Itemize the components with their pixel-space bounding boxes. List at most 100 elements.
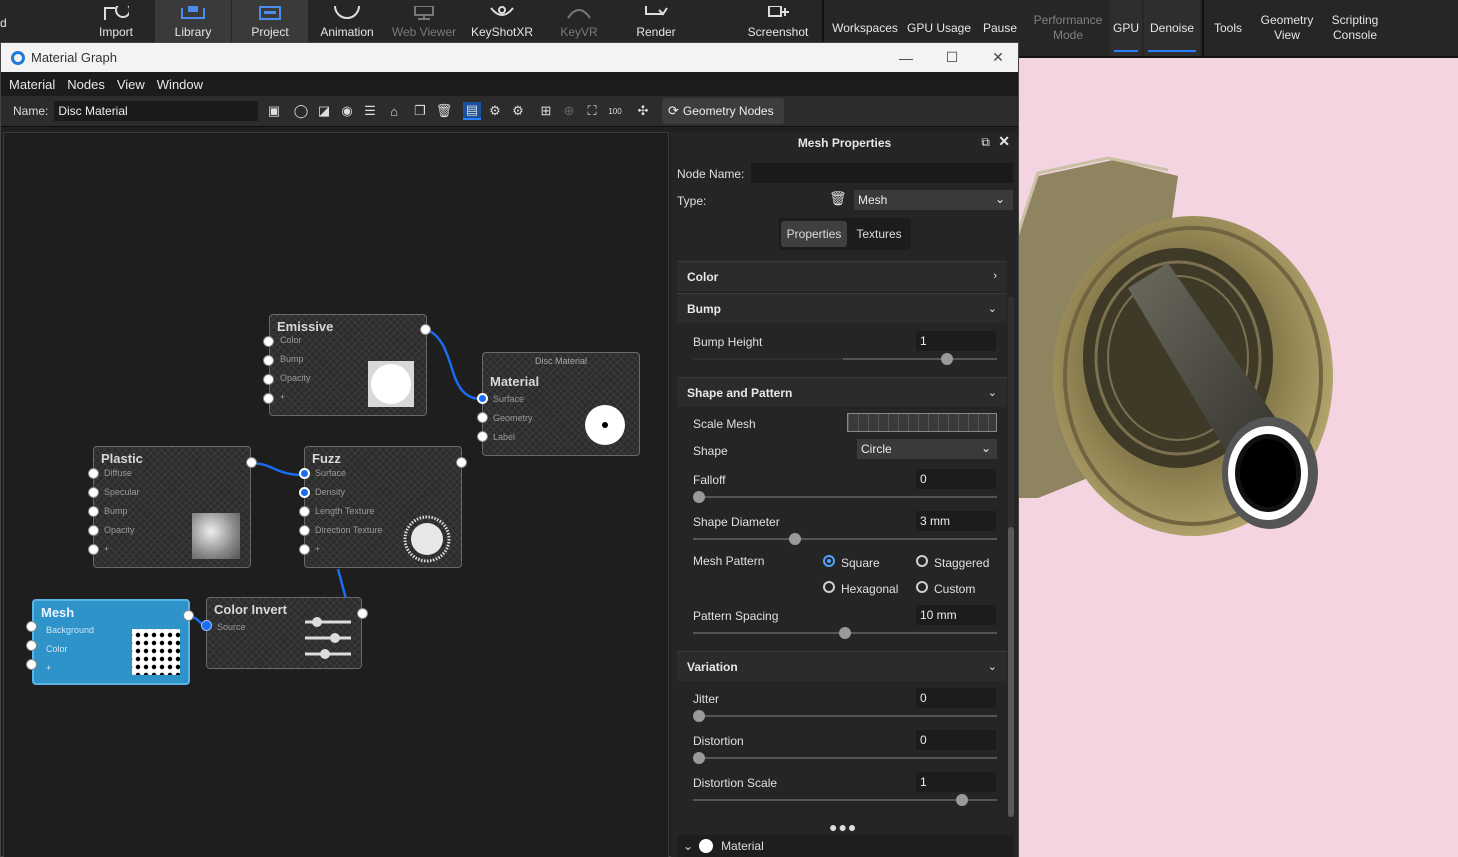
menu-nodes[interactable]: Nodes — [67, 77, 105, 92]
toolbar-import-button[interactable]: Import — [80, 0, 152, 44]
shape-diameter-slider-knob[interactable] — [789, 533, 802, 545]
plastic-in-specular[interactable] — [88, 487, 99, 498]
distortion-slider-knob[interactable] — [693, 752, 705, 764]
disc-in-geometry[interactable] — [477, 412, 488, 423]
mesh-pattern-staggered-radio[interactable] — [916, 555, 928, 567]
node-graph-canvas[interactable]: Emissive Color Bump Opacity + Disc Mater… — [3, 132, 669, 857]
fuzz-in-density[interactable] — [299, 487, 310, 498]
material-name-input[interactable]: Disc Material — [54, 101, 259, 121]
panel-close-icon[interactable]: ✕ — [998, 133, 1010, 150]
undock-icon[interactable]: ⧉ — [981, 135, 990, 150]
toolbar-animation-button[interactable]: Animation — [310, 0, 384, 44]
toolbar-project-button[interactable]: Project — [232, 0, 308, 44]
jitter-slider[interactable] — [693, 710, 997, 722]
disc-in-label[interactable] — [477, 431, 488, 442]
distortion-scale-slider-knob[interactable] — [955, 794, 968, 806]
bump-height-slider[interactable] — [693, 353, 997, 365]
plastic-in-diffuse[interactable] — [88, 468, 99, 479]
mesh-pattern-square-radio[interactable] — [823, 555, 835, 567]
shape-dropdown[interactable]: Circle ⌄ — [857, 439, 997, 459]
toolbar-keyshotxr-button[interactable]: KeyShotXR — [464, 0, 540, 44]
toolbar-gpu-button[interactable]: GPU — [1110, 0, 1142, 56]
minimize-icon[interactable]: — — [883, 43, 929, 72]
save-icon[interactable]: ▣ — [265, 102, 283, 120]
material-footer-row[interactable]: ⌄ Material — [677, 835, 1013, 857]
color-invert-in-source[interactable] — [201, 620, 212, 631]
jitter-input[interactable]: 0 — [916, 688, 996, 708]
disc-in-surface[interactable] — [477, 393, 488, 404]
menu-material[interactable]: Material — [9, 77, 55, 92]
node-settings-icon[interactable]: ⚙ — [509, 102, 527, 120]
menu-window[interactable]: Window — [157, 77, 203, 92]
lock-icon[interactable]: ⌂ — [385, 102, 403, 120]
fuzz-in-length-texture[interactable] — [299, 506, 310, 517]
mesh-in-background[interactable] — [26, 621, 37, 632]
emissive-in-bump[interactable] — [263, 355, 274, 366]
node-group-icon[interactable]: ⚙ — [486, 102, 504, 120]
section-variation[interactable]: Variation ⌄ — [677, 651, 1007, 681]
plastic-in-opacity[interactable] — [88, 525, 99, 536]
node-name-input[interactable] — [751, 163, 1013, 183]
center-icon[interactable]: ⊕ — [560, 102, 578, 120]
plastic-in-bump[interactable] — [88, 506, 99, 517]
shape-diameter-input[interactable]: 3 mm — [916, 511, 996, 531]
fuzz-in-direction-texture[interactable] — [299, 525, 310, 536]
toolbar-denoise-button[interactable]: Denoise — [1144, 0, 1200, 56]
falloff-slider[interactable] — [693, 491, 997, 503]
distortion-input[interactable]: 0 — [916, 730, 996, 750]
fuzz-output[interactable] — [456, 457, 467, 468]
shape-diameter-slider[interactable] — [693, 533, 997, 545]
cube-preview-icon[interactable]: ◪ — [315, 102, 333, 120]
falloff-slider-knob[interactable] — [693, 491, 705, 503]
toolbar-tools-button[interactable]: Tools — [1206, 0, 1250, 56]
pattern-spacing-slider-knob[interactable] — [839, 627, 851, 639]
fuzz-in-add[interactable] — [299, 544, 310, 555]
pin-icon[interactable]: ✣ — [634, 102, 652, 120]
plastic-output[interactable] — [246, 457, 257, 468]
sphere-preview-icon[interactable]: ◯ — [292, 102, 310, 120]
mesh-output[interactable] — [183, 610, 194, 621]
properties-scrollbar[interactable] — [1008, 297, 1014, 817]
jitter-slider-knob[interactable] — [693, 710, 705, 722]
window-titlebar[interactable]: Material Graph — ☐ ✕ — [1, 43, 1018, 72]
toolbar-screenshot-button[interactable]: Screenshot — [740, 0, 816, 44]
toolbar-keyvr-button[interactable]: KeyVR — [542, 0, 616, 44]
emissive-in-add[interactable] — [263, 393, 274, 404]
color-invert-output[interactable] — [357, 608, 368, 619]
toolbar-scripting-console-button[interactable]: Scripting Console — [1324, 0, 1386, 56]
plastic-node[interactable]: Plastic Diffuse Specular Bump Opacity + — [93, 446, 251, 568]
pattern-spacing-slider[interactable] — [693, 627, 997, 639]
tab-properties[interactable]: Properties — [781, 221, 847, 247]
color-invert-node[interactable]: Color Invert Source — [206, 597, 362, 669]
falloff-input[interactable]: 0 — [916, 469, 996, 489]
distortion-scale-slider[interactable] — [693, 794, 997, 806]
emissive-in-color[interactable] — [263, 336, 274, 347]
more-options-icon[interactable]: ●●● — [829, 819, 857, 835]
toolbar-library-button[interactable]: Library — [155, 0, 231, 44]
bump-height-input[interactable]: 1 — [916, 331, 996, 351]
delete-icon[interactable]: 🗑 — [435, 102, 453, 120]
copy-icon[interactable]: ❐ — [411, 102, 429, 120]
geometry-nodes-button[interactable]: ⟳ Geometry Nodes — [662, 98, 784, 124]
section-shape-and-pattern[interactable]: Shape and Pattern ⌄ — [677, 377, 1007, 407]
emissive-in-opacity[interactable] — [263, 374, 274, 385]
properties-scrollbar-thumb[interactable] — [1008, 527, 1014, 817]
menu-view[interactable]: View — [117, 77, 145, 92]
play-icon[interactable]: ◉ — [338, 102, 356, 120]
type-dropdown[interactable]: Mesh ⌄ — [854, 190, 1013, 210]
settings-sliders-icon[interactable]: ☰ — [361, 102, 379, 120]
close-icon[interactable]: ✕ — [975, 43, 1021, 72]
toolbar-web-viewer-button[interactable]: Web Viewer — [386, 0, 462, 44]
toolbar-geometry-view-button[interactable]: Geometry View — [1252, 0, 1322, 56]
distortion-slider[interactable] — [693, 752, 997, 764]
mesh-pattern-custom-radio[interactable] — [916, 581, 928, 593]
scale-mesh-preview[interactable] — [847, 413, 997, 432]
emissive-output[interactable] — [420, 324, 431, 335]
maximize-icon[interactable]: ☐ — [929, 43, 975, 72]
disc-material-node[interactable]: Disc Material Material Surface Geometry … — [482, 352, 640, 456]
mesh-in-color[interactable] — [26, 640, 37, 651]
tab-textures[interactable]: Textures — [849, 221, 909, 247]
plastic-in-add[interactable] — [88, 544, 99, 555]
render-viewport[interactable] — [1016, 58, 1458, 857]
section-color[interactable]: Color › — [677, 261, 1007, 291]
